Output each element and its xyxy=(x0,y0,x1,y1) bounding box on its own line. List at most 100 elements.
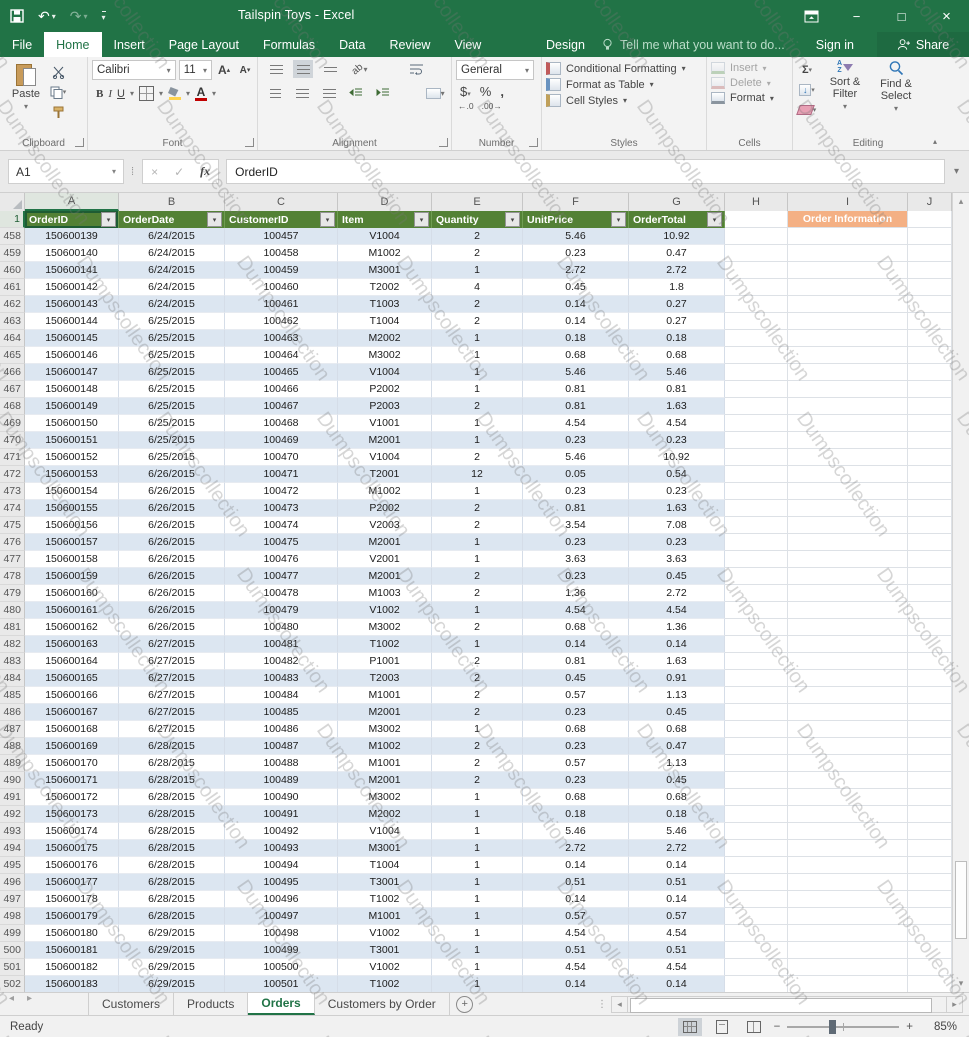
cell-E469[interactable]: 1 xyxy=(432,415,523,432)
cell-A459[interactable]: 150600140 xyxy=(25,245,119,262)
cell-G466[interactable]: 5.46 xyxy=(629,364,725,381)
cell-F464[interactable]: 0.18 xyxy=(523,330,629,347)
cell-C470[interactable]: 100469 xyxy=(225,432,338,449)
sheet-tab-orders[interactable]: Orders xyxy=(248,993,315,1015)
cell-G459[interactable]: 0.47 xyxy=(629,245,725,262)
cell-F478[interactable]: 0.23 xyxy=(523,568,629,585)
cell-G484[interactable]: 0.91 xyxy=(629,670,725,687)
cell-G465[interactable]: 0.68 xyxy=(629,347,725,364)
cell-E471[interactable]: 2 xyxy=(432,449,523,466)
cell-D494[interactable]: M3001 xyxy=(338,840,432,857)
cell-H466[interactable] xyxy=(725,364,788,381)
cell-B475[interactable]: 6/26/2015 xyxy=(119,517,225,534)
row-header-466[interactable]: 466 xyxy=(0,364,25,381)
row-header-478[interactable]: 478 xyxy=(0,568,25,585)
cell-I499[interactable] xyxy=(788,925,908,942)
tab-review[interactable]: Review xyxy=(377,32,442,57)
cell-J484[interactable] xyxy=(908,670,952,687)
zoom-slider-thumb[interactable] xyxy=(829,1019,837,1034)
cell-I469[interactable] xyxy=(788,415,908,432)
cell-I470[interactable] xyxy=(788,432,908,449)
cell-I486[interactable] xyxy=(788,704,908,721)
cell-D488[interactable]: M1002 xyxy=(338,738,432,755)
column-header-F[interactable]: F xyxy=(523,193,629,211)
cell-A487[interactable]: 150600168 xyxy=(25,721,119,738)
cell-H486[interactable] xyxy=(725,704,788,721)
cell-G479[interactable]: 2.72 xyxy=(629,585,725,602)
cell-F496[interactable]: 0.51 xyxy=(523,874,629,891)
cell-H463[interactable] xyxy=(725,313,788,330)
align-left-button[interactable] xyxy=(266,84,286,102)
cell-B491[interactable]: 6/28/2015 xyxy=(119,789,225,806)
cell-B498[interactable]: 6/28/2015 xyxy=(119,908,225,925)
row-header-496[interactable]: 496 xyxy=(0,874,25,891)
row-header-489[interactable]: 489 xyxy=(0,755,25,772)
cell-C469[interactable]: 100468 xyxy=(225,415,338,432)
cell-E480[interactable]: 1 xyxy=(432,602,523,619)
row-header-476[interactable]: 476 xyxy=(0,534,25,551)
cell-A491[interactable]: 150600172 xyxy=(25,789,119,806)
cell-A478[interactable]: 150600159 xyxy=(25,568,119,585)
cell-E501[interactable]: 1 xyxy=(432,959,523,976)
cell-E464[interactable]: 1 xyxy=(432,330,523,347)
cell-J489[interactable] xyxy=(908,755,952,772)
horizontal-scroll-thumb[interactable] xyxy=(630,997,932,1013)
font-dialog-launcher[interactable] xyxy=(245,138,254,147)
cell-J499[interactable] xyxy=(908,925,952,942)
cell-D500[interactable]: T3001 xyxy=(338,942,432,959)
cell-E485[interactable]: 2 xyxy=(432,687,523,704)
cell-F483[interactable]: 0.81 xyxy=(523,653,629,670)
cell-D468[interactable]: P2003 xyxy=(338,398,432,415)
new-sheet-button[interactable]: + xyxy=(450,993,480,1015)
cell-A500[interactable]: 150600181 xyxy=(25,942,119,959)
cell-D475[interactable]: V2003 xyxy=(338,517,432,534)
cell-B465[interactable]: 6/25/2015 xyxy=(119,347,225,364)
cancel-button[interactable]: × xyxy=(143,165,166,179)
cell-J472[interactable] xyxy=(908,466,952,483)
cell-A493[interactable]: 150600174 xyxy=(25,823,119,840)
cell-C481[interactable]: 100480 xyxy=(225,619,338,636)
cell-F502[interactable]: 0.14 xyxy=(523,976,629,992)
cell-G483[interactable]: 1.63 xyxy=(629,653,725,670)
cell-J495[interactable] xyxy=(908,857,952,874)
cell-D474[interactable]: P2002 xyxy=(338,500,432,517)
cell-I488[interactable] xyxy=(788,738,908,755)
row-header-479[interactable]: 479 xyxy=(0,585,25,602)
row-header-502[interactable]: 502 xyxy=(0,976,25,992)
cell-C485[interactable]: 100484 xyxy=(225,687,338,704)
cell-G473[interactable]: 0.23 xyxy=(629,483,725,500)
cell-D466[interactable]: V1004 xyxy=(338,364,432,381)
cell-I478[interactable] xyxy=(788,568,908,585)
cell-J459[interactable] xyxy=(908,245,952,262)
cell-A475[interactable]: 150600156 xyxy=(25,517,119,534)
bottom-align-button[interactable] xyxy=(320,60,340,78)
cell-J462[interactable] xyxy=(908,296,952,313)
cell-E459[interactable]: 2 xyxy=(432,245,523,262)
column-header-H[interactable]: H xyxy=(725,193,788,211)
cell-D463[interactable]: T1004 xyxy=(338,313,432,330)
horizontal-scroll-track[interactable] xyxy=(628,995,946,1013)
cell-A467[interactable]: 150600148 xyxy=(25,381,119,398)
cell-F473[interactable]: 0.23 xyxy=(523,483,629,500)
cell-G490[interactable]: 0.45 xyxy=(629,772,725,789)
cell-H472[interactable] xyxy=(725,466,788,483)
cell-F500[interactable]: 0.51 xyxy=(523,942,629,959)
cell-H477[interactable] xyxy=(725,551,788,568)
cell-B460[interactable]: 6/24/2015 xyxy=(119,262,225,279)
cell-D493[interactable]: V1004 xyxy=(338,823,432,840)
cell-C491[interactable]: 100490 xyxy=(225,789,338,806)
cell-F481[interactable]: 0.68 xyxy=(523,619,629,636)
cell-J477[interactable] xyxy=(908,551,952,568)
cell-C502[interactable]: 100501 xyxy=(225,976,338,992)
row-header-492[interactable]: 492 xyxy=(0,806,25,823)
cell-I495[interactable] xyxy=(788,857,908,874)
cell-A466[interactable]: 150600147 xyxy=(25,364,119,381)
cell-A488[interactable]: 150600169 xyxy=(25,738,119,755)
cells-delete-button[interactable]: Delete ▾ xyxy=(711,77,789,89)
horizontal-scrollbar[interactable]: ⋮ ◂ ▸ xyxy=(597,995,963,1013)
cell-J463[interactable] xyxy=(908,313,952,330)
row-header-469[interactable]: 469 xyxy=(0,415,25,432)
cell-C492[interactable]: 100491 xyxy=(225,806,338,823)
cell-E492[interactable]: 1 xyxy=(432,806,523,823)
row-header-498[interactable]: 498 xyxy=(0,908,25,925)
